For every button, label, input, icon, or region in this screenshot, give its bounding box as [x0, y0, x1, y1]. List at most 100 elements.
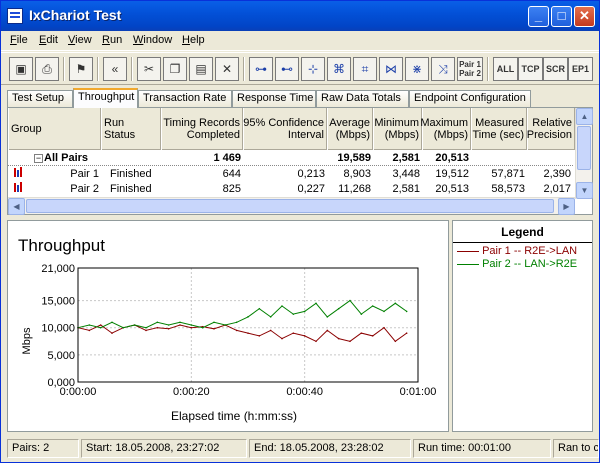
pair-maximum: 20,513 — [435, 183, 469, 195]
data-point — [179, 321, 181, 324]
data-point — [292, 332, 295, 334]
menu-view[interactable]: View — [68, 34, 92, 46]
pair-grid-icon[interactable]: ⋈ — [379, 57, 403, 81]
table-row[interactable]: Pair 2 Finished 825 0,227 11,268 2,581 2… — [8, 182, 573, 197]
data-point — [133, 324, 136, 326]
data-point — [213, 328, 215, 330]
data-point — [383, 326, 385, 329]
data-point — [167, 328, 170, 330]
collapse-icon[interactable]: − — [34, 154, 43, 163]
network-icon[interactable]: ⌘ — [327, 57, 351, 81]
grid-vertical-scrollbar[interactable]: ▲ ▼ — [575, 108, 593, 199]
col-minimum[interactable]: Minimum (Mbps) — [373, 108, 422, 150]
multi-network-icon[interactable]: ⌗ — [353, 57, 377, 81]
tcp-button[interactable]: TCP — [518, 57, 543, 81]
results-grid: Group Run Status Timing Records Complete… — [7, 107, 593, 215]
pair-records: 644 — [222, 168, 241, 180]
scroll-right-icon[interactable]: ▶ — [558, 198, 575, 215]
tab-test-setup[interactable]: Test Setup — [7, 90, 73, 107]
pair-time: 57,871 — [491, 168, 525, 180]
scroll-up-icon[interactable]: ▲ — [576, 108, 593, 125]
minimize-button[interactable]: _ — [528, 6, 549, 27]
tab-response-time[interactable]: Response Time — [232, 90, 316, 107]
delete-icon[interactable]: ✕ — [215, 57, 239, 81]
pair-records: 825 — [222, 183, 241, 195]
toolbar: ▣ ⎙ ⚑ « ✂ ❐ ▤ ✕ ⊶ ⊷ ⊹ ⌘ ⌗ ⋈ ⋇ ⤨ Pair 1 P… — [1, 52, 599, 85]
app-icon — [7, 8, 23, 24]
all-button[interactable]: ALL — [493, 57, 518, 81]
cross-icon[interactable]: ⤨ — [431, 57, 455, 81]
scroll-left-icon[interactable]: ◀ — [8, 198, 25, 215]
menu-run[interactable]: Run — [102, 34, 122, 46]
pair-average: 8,903 — [343, 168, 371, 180]
y-tick-label: 21,000 — [41, 263, 75, 275]
window-title: IxChariot Test — [29, 7, 122, 23]
tab-throughput[interactable]: Throughput — [73, 88, 138, 108]
edit-pair-icon[interactable]: ⊹ — [301, 57, 325, 81]
grid-horizontal-scrollbar[interactable]: ◀ ▶ — [8, 197, 575, 215]
col-measured-time[interactable]: Measured Time (sec) — [471, 108, 527, 150]
data-point — [303, 335, 306, 337]
col-timing-records[interactable]: Timing Records Completed — [161, 108, 243, 150]
tab-endpoint-configuration[interactable]: Endpoint Configuration — [409, 90, 531, 107]
data-point — [99, 326, 102, 329]
menu-help[interactable]: Help — [182, 34, 205, 46]
pair-status: Finished — [110, 168, 152, 180]
maximize-button[interactable]: □ — [551, 6, 572, 27]
data-point — [371, 335, 374, 337]
scroll-down-icon[interactable]: ▼ — [576, 182, 593, 199]
col-maximum[interactable]: Maximum (Mbps) — [420, 108, 471, 150]
data-point — [213, 321, 215, 324]
pair-name: Pair 1 — [70, 168, 99, 180]
add-multicast-icon[interactable]: ⊷ — [275, 57, 299, 81]
title-bar[interactable]: IxChariot Test _ □ ✕ — [1, 1, 599, 31]
col-confidence[interactable]: 95% Confidence Interval — [243, 108, 327, 150]
save-icon[interactable]: ▣ — [9, 57, 33, 81]
scr-button[interactable]: SCR — [543, 57, 568, 81]
close-button[interactable]: ✕ — [574, 6, 595, 27]
scroll-thumb[interactable] — [577, 126, 591, 170]
data-point — [269, 329, 272, 332]
copy-icon[interactable]: ❐ — [163, 57, 187, 81]
cut-icon[interactable]: ✂ — [137, 57, 161, 81]
data-point — [303, 310, 306, 313]
run-icon[interactable]: ⚑ — [69, 57, 93, 81]
data-point — [88, 324, 91, 326]
status-bar: Pairs: 2 Start: 18.05.2008, 23:27:02 End… — [1, 436, 599, 462]
menu-edit[interactable]: Edit — [39, 34, 58, 46]
col-group[interactable]: Group — [8, 108, 101, 150]
stop-icon[interactable]: « — [103, 57, 127, 81]
y-tick-label: 5,000 — [47, 350, 75, 362]
all-pairs-row[interactable]: − All Pairs 1 469 19,589 2,581 20,513 — [8, 151, 573, 166]
col-average[interactable]: Average (Mbps) — [327, 108, 373, 150]
all-pairs-label: All Pairs — [44, 152, 89, 164]
data-point — [269, 316, 272, 318]
col-run-status[interactable]: Run Status — [101, 108, 161, 150]
status-end: End: 18.05.2008, 23:28:02 — [249, 439, 411, 458]
data-point — [167, 324, 170, 326]
ep1-button[interactable]: EP1 — [568, 57, 593, 81]
data-point — [258, 307, 261, 310]
menu-file[interactable]: File — [10, 34, 28, 46]
legend-swatch — [457, 263, 479, 265]
data-point — [247, 316, 249, 318]
paste-icon[interactable]: ▤ — [189, 57, 213, 81]
data-point — [156, 326, 159, 329]
pair-ci: 0,227 — [297, 183, 325, 195]
menu-window[interactable]: Window — [133, 34, 172, 46]
print-icon[interactable]: ⎙ — [35, 57, 59, 81]
col-relative-precision[interactable]: Relative Precision — [527, 108, 575, 150]
legend-label: Pair 2 -- LAN->R2E — [482, 258, 578, 270]
data-point — [111, 332, 113, 334]
pair-toggle-button[interactable]: Pair 1 Pair 2 — [457, 57, 483, 81]
tab-raw-data-totals[interactable]: Raw Data Totals — [316, 90, 409, 107]
add-pair-icon[interactable]: ⊶ — [249, 57, 273, 81]
all-pairs-average: 19,589 — [337, 152, 371, 164]
scroll-thumb[interactable] — [26, 199, 554, 213]
data-point — [281, 337, 283, 340]
multicast-grid-icon[interactable]: ⋇ — [405, 57, 429, 81]
pair-ci: 0,213 — [297, 168, 325, 180]
toolbar-separator — [97, 57, 99, 81]
tab-transaction-rate[interactable]: Transaction Rate — [138, 90, 232, 107]
table-row[interactable]: Pair 1 Finished 644 0,213 8,903 3,448 19… — [8, 167, 573, 182]
